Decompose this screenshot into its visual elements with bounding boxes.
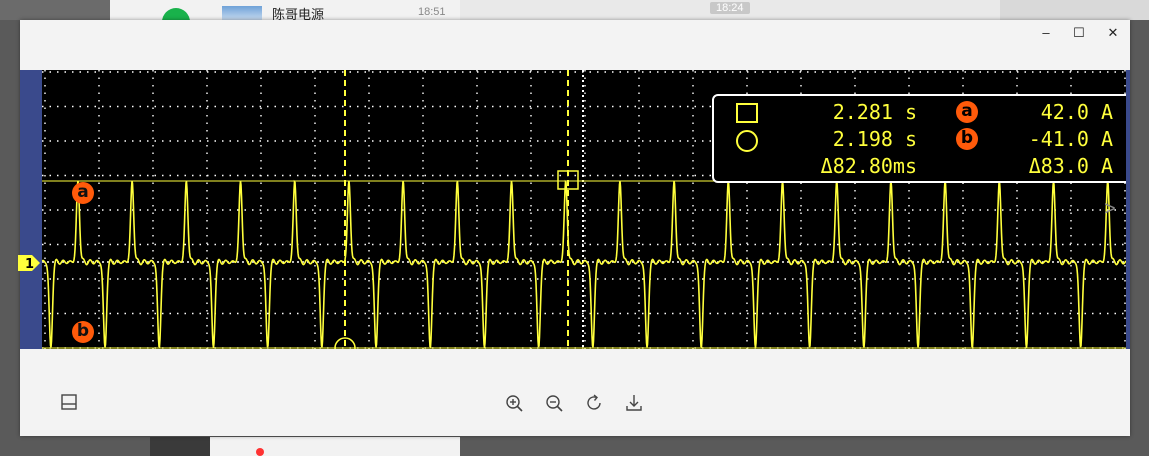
image-canvas: a b 2.281 s a 42.0 A 2.198 s b -41.0 A Δ… <box>18 70 1130 349</box>
download-icon[interactable] <box>624 393 644 413</box>
readout-row-1: 2.281 s a 42.0 A <box>714 100 1126 126</box>
delta-time: Δ82.80ms <box>820 154 917 178</box>
cursor2-time: 2.198 s <box>832 127 917 151</box>
b-value: -41.0 A <box>1028 127 1113 151</box>
channel-1-marker-icon: 1 <box>18 255 40 272</box>
square-cursor-icon <box>736 103 758 123</box>
delta-value: Δ83.0 A <box>1028 154 1113 178</box>
marker-a-badge: a <box>72 182 94 204</box>
unread-dot <box>256 448 264 456</box>
cursor1-time: 2.281 s <box>832 100 917 124</box>
a-value: 42.0 A <box>1040 100 1113 124</box>
cursor-readout-panel: 2.281 s a 42.0 A 2.198 s b -41.0 A Δ82.8… <box>712 94 1126 183</box>
thumbnail-icon[interactable] <box>60 393 78 411</box>
background-chat-time: 18:51 <box>418 6 446 18</box>
zoom-out-icon[interactable] <box>544 393 564 413</box>
readout-row-2: 2.198 s b -41.0 A <box>714 127 1126 153</box>
image-viewer-window: – ☐ ✕ a b 2.281 s a 42.0 A 2.198 s b -41… <box>18 20 1130 436</box>
background-message-time: 18:24 <box>710 2 750 14</box>
background-bottom-list <box>210 437 460 456</box>
readout-row-3: Δ82.80ms Δ83.0 A <box>714 154 1126 180</box>
minimize-button[interactable]: – <box>1034 24 1058 42</box>
circle-cursor-icon <box>736 130 758 152</box>
rotate-icon[interactable] <box>584 393 604 413</box>
channel-label: 1 <box>25 257 34 272</box>
zoom-in-icon[interactable] <box>504 393 524 413</box>
oscilloscope-screen: a b 2.281 s a 42.0 A 2.198 s b -41.0 A Δ… <box>42 70 1126 349</box>
background-thumbnail <box>222 6 262 20</box>
next-image-arrow-icon[interactable]: > <box>1104 198 1116 221</box>
b-badge: b <box>956 128 978 150</box>
a-badge: a <box>956 101 978 123</box>
background-right-panel <box>1000 0 1149 20</box>
marker-b-badge: b <box>72 321 94 343</box>
maximize-button[interactable]: ☐ <box>1067 24 1091 42</box>
close-button[interactable]: ✕ <box>1101 24 1125 42</box>
